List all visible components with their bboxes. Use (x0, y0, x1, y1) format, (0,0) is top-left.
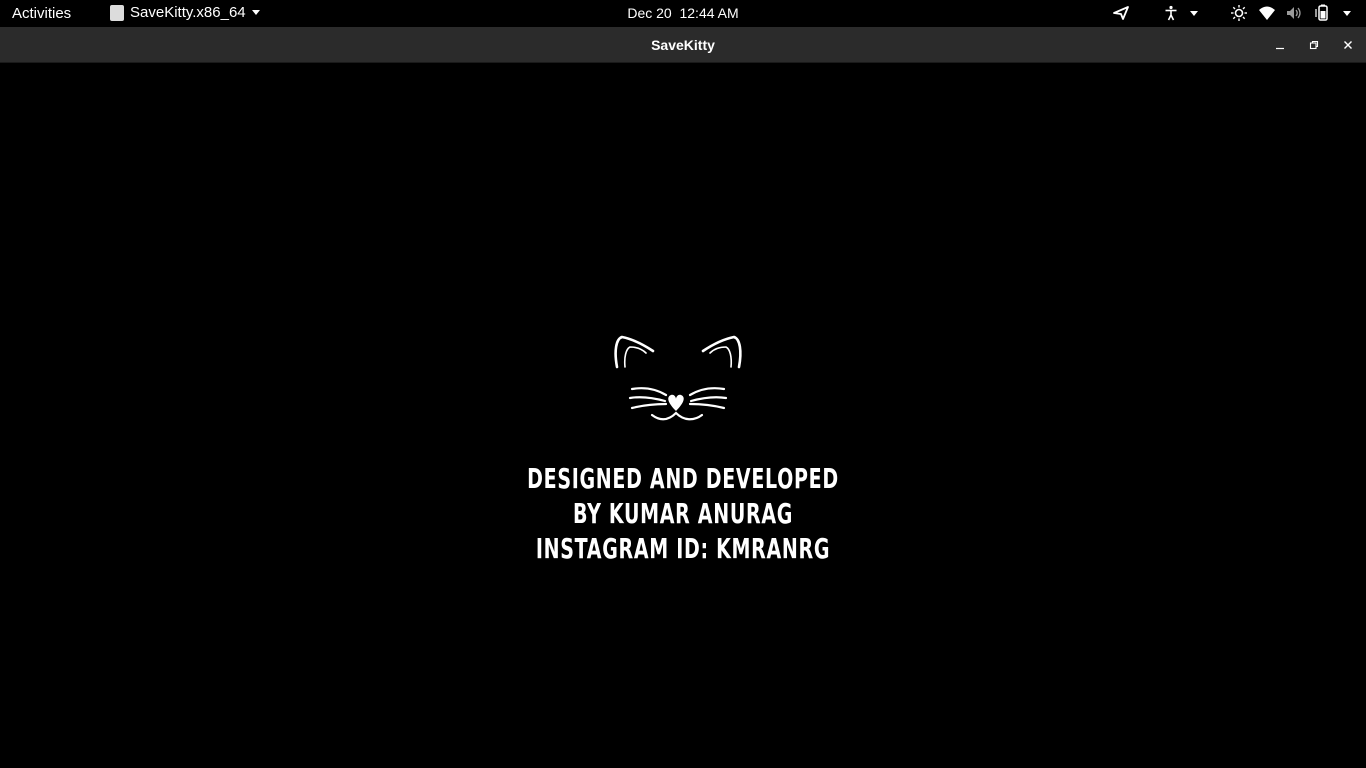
window-titlebar[interactable]: SaveKitty (0, 27, 1366, 63)
credits-line-1: DESIGNED AND DEVELOPED (527, 462, 839, 495)
battery-icon[interactable] (1313, 4, 1333, 22)
send-icon[interactable] (1111, 4, 1131, 22)
chevron-down-icon (1343, 10, 1351, 16)
accessibility-menu-chevron[interactable] (1184, 4, 1204, 22)
volume-muted-icon[interactable] (1284, 4, 1304, 22)
chevron-down-icon (1190, 10, 1198, 16)
date-label: Dec 20 (627, 5, 672, 21)
cat-logo-icon (614, 335, 742, 421)
clock-button[interactable]: Dec 20 12:44 AM (627, 5, 738, 21)
credits-line-2: BY KUMAR ANURAG (572, 497, 794, 530)
accessibility-icon[interactable] (1161, 4, 1181, 22)
credits-text: DESIGNED AND DEVELOPED BY KUMAR ANURAG I… (0, 461, 1366, 566)
chevron-down-icon (251, 10, 260, 15)
minimize-icon (1276, 47, 1284, 50)
app-menu-label: SaveKitty.x86_64 (130, 4, 246, 21)
game-viewport[interactable]: DESIGNED AND DEVELOPED BY KUMAR ANURAG I… (0, 63, 1366, 768)
restore-icon (1309, 40, 1319, 50)
maximize-button[interactable] (1305, 36, 1323, 54)
close-icon (1344, 41, 1352, 49)
brightness-icon[interactable] (1229, 4, 1249, 22)
close-button[interactable] (1339, 36, 1357, 54)
time-label: 12:44 AM (679, 5, 739, 21)
wifi-icon[interactable] (1257, 4, 1277, 22)
activities-button[interactable]: Activities (12, 5, 71, 22)
credits-line-3: INSTAGRAM ID: KMRANRG (535, 532, 831, 565)
app-icon (110, 4, 124, 21)
window-title: SaveKitty (651, 37, 715, 53)
system-menu-chevron[interactable] (1337, 4, 1357, 22)
top-panel: Activities SaveKitty.x86_64 Dec 20 12:44… (0, 0, 1366, 27)
minimize-button[interactable] (1271, 36, 1289, 54)
app-menu[interactable]: SaveKitty.x86_64 (110, 4, 260, 21)
